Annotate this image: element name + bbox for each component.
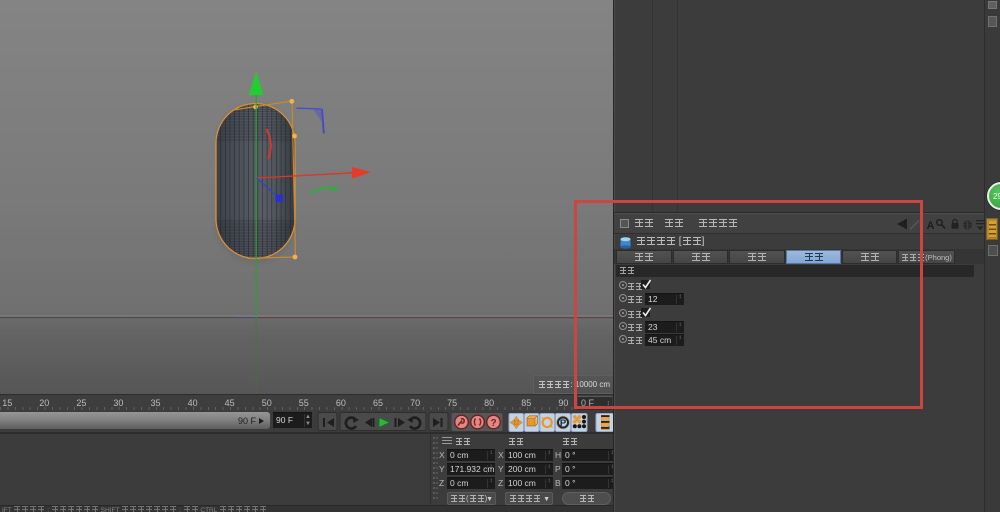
svg-text:A: A [927, 220, 935, 232]
svg-text:?: ? [490, 418, 496, 429]
svg-text:P: P [560, 418, 567, 429]
